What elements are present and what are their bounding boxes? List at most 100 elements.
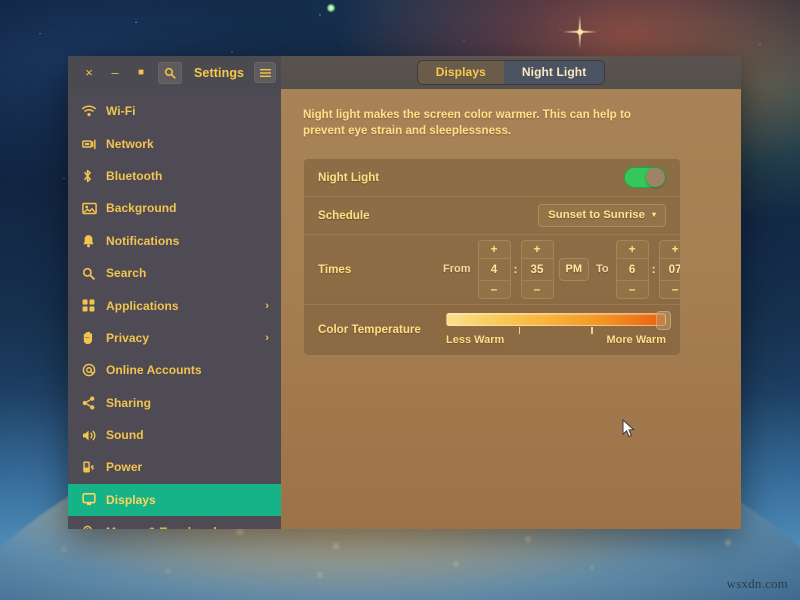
close-icon[interactable]: × bbox=[76, 62, 102, 84]
sidebar-item-wi-fi[interactable]: Wi-Fi bbox=[68, 95, 281, 127]
more-warm-label: More Warm bbox=[606, 333, 667, 346]
less-warm-label: Less Warm bbox=[446, 333, 505, 346]
search-icon bbox=[82, 267, 101, 280]
to-minute-stepper[interactable]: + 07 – bbox=[658, 239, 680, 299]
from-minute-decrement-button[interactable]: – bbox=[520, 280, 554, 299]
tab-night-light[interactable]: Night Light bbox=[503, 61, 605, 84]
night-light-description: Night light makes the screen color warme… bbox=[303, 108, 631, 138]
from-minute-stepper[interactable]: + 35 – bbox=[520, 239, 554, 299]
night-light-label: Night Light bbox=[318, 170, 380, 184]
sidebar-item-label: Power bbox=[106, 460, 143, 475]
to-hour-value[interactable]: 6 bbox=[615, 257, 649, 281]
from-meridiem-button[interactable]: PM bbox=[558, 257, 589, 281]
hamburger-menu-icon[interactable] bbox=[254, 62, 277, 83]
sidebar-item-mouse-and-touchpad[interactable]: Mouse & Touchpad bbox=[68, 516, 281, 529]
from-label: From bbox=[443, 263, 471, 276]
night-light-toggle[interactable] bbox=[624, 166, 666, 188]
speaker-icon bbox=[82, 429, 101, 442]
to-hour-decrement-button[interactable]: – bbox=[615, 280, 649, 299]
schedule-dropdown-value: Sunset to Sunrise bbox=[548, 208, 645, 221]
color-temperature-slider-area: Less Warm More Warm bbox=[436, 310, 671, 346]
sidebar[interactable]: Wi-Fi Network Bluetooth Background Notif… bbox=[68, 89, 281, 529]
chevron-down-icon: ▾ bbox=[651, 210, 656, 220]
schedule-label: Schedule bbox=[318, 208, 370, 222]
night-light-row: Night Light bbox=[304, 159, 680, 197]
to-minute-increment-button[interactable]: + bbox=[658, 239, 680, 258]
color-temperature-row: Color Temperature Less Warm More Warm bbox=[304, 305, 680, 355]
window-title: Settings bbox=[194, 65, 245, 80]
to-hour-stepper[interactable]: + 6 – bbox=[615, 239, 649, 299]
sidebar-item-notifications[interactable]: Notifications bbox=[68, 225, 281, 257]
color-temperature-ticks bbox=[446, 326, 666, 335]
monitor-icon bbox=[82, 493, 101, 506]
sidebar-item-label: Background bbox=[106, 201, 177, 216]
sidebar-item-sound[interactable]: Sound bbox=[68, 419, 281, 451]
image-icon bbox=[82, 202, 101, 215]
hand-icon bbox=[82, 331, 101, 345]
to-hour-increment-button[interactable]: + bbox=[615, 239, 649, 258]
titlebar-left-section: × – ■ Settings bbox=[68, 56, 281, 89]
slider-tick bbox=[591, 326, 593, 334]
slider-tick bbox=[518, 326, 521, 334]
schedule-row-control: Sunset to Sunrise ▾ bbox=[436, 203, 666, 227]
from-hour-decrement-button[interactable]: – bbox=[477, 280, 511, 299]
to-minute-value[interactable]: 07 bbox=[658, 257, 680, 281]
from-hour-value[interactable]: 4 bbox=[477, 257, 511, 281]
toggle-knob bbox=[646, 167, 665, 187]
minimize-icon[interactable]: – bbox=[102, 62, 128, 84]
maximize-icon[interactable]: ■ bbox=[128, 62, 154, 84]
color-temperature-row-control: Less Warm More Warm bbox=[436, 310, 671, 346]
share-icon bbox=[82, 396, 101, 410]
color-temperature-label: Color Temperature bbox=[318, 322, 421, 336]
from-minute-value[interactable]: 35 bbox=[520, 257, 554, 281]
times-label: Times bbox=[318, 262, 352, 276]
sidebar-item-search[interactable]: Search bbox=[68, 257, 281, 289]
sidebar-item-label: Sharing bbox=[106, 395, 152, 410]
sidebar-item-online-accounts[interactable]: Online Accounts bbox=[68, 354, 281, 386]
bluetooth-icon bbox=[82, 169, 101, 183]
to-label: To bbox=[596, 263, 609, 276]
night-light-content: Night light makes the screen color warme… bbox=[281, 89, 741, 529]
sidebar-item-power[interactable]: Power bbox=[68, 451, 281, 483]
sidebar-item-label: Online Accounts bbox=[106, 363, 202, 378]
to-minute-decrement-button[interactable]: – bbox=[658, 280, 680, 299]
sidebar-item-sharing[interactable]: Sharing bbox=[68, 387, 281, 419]
tab-displays[interactable]: Displays bbox=[417, 61, 504, 84]
from-hour-increment-button[interactable]: + bbox=[477, 239, 511, 258]
from-minute-increment-button[interactable]: + bbox=[520, 239, 554, 258]
sidebar-item-displays[interactable]: Displays bbox=[68, 483, 281, 517]
search-icon[interactable] bbox=[158, 61, 182, 84]
night-light-settings-panel: Night Light Schedule Sunset to Sunrise ▾ bbox=[303, 157, 681, 356]
mouse-icon bbox=[82, 525, 101, 529]
sidebar-item-label: Applications bbox=[106, 298, 179, 313]
chevron-right-icon: › bbox=[265, 299, 269, 312]
sidebar-item-network[interactable]: Network bbox=[68, 127, 281, 159]
color-temperature-slider[interactable] bbox=[446, 310, 671, 330]
sidebar-item-background[interactable]: Background bbox=[68, 192, 281, 224]
sidebar-item-applications[interactable]: Applications › bbox=[68, 289, 281, 321]
watermark: wsxdn.com bbox=[726, 576, 788, 591]
view-tabs: Displays Night Light bbox=[417, 61, 605, 84]
settings-window: × – ■ Settings Displays Night Light Wi-F… bbox=[68, 56, 741, 529]
sidebar-item-label: Notifications bbox=[106, 233, 180, 248]
window-body: Wi-Fi Network Bluetooth Background Notif… bbox=[68, 89, 741, 529]
titlebar-right-section: Displays Night Light bbox=[281, 56, 741, 89]
sidebar-item-label: Bluetooth bbox=[106, 168, 163, 183]
from-time-colon: : bbox=[513, 261, 518, 276]
window-titlebar: × – ■ Settings Displays Night Light bbox=[68, 56, 741, 89]
schedule-dropdown[interactable]: Sunset to Sunrise ▾ bbox=[538, 203, 666, 227]
chevron-right-icon: › bbox=[265, 331, 269, 344]
sidebar-item-label: Displays bbox=[106, 492, 156, 507]
from-hour-stepper[interactable]: + 4 – bbox=[477, 239, 511, 299]
bright-star-core-icon bbox=[576, 28, 584, 36]
apps-grid-icon bbox=[82, 299, 101, 312]
sidebar-item-privacy[interactable]: Privacy › bbox=[68, 322, 281, 354]
color-temperature-scale-labels: Less Warm More Warm bbox=[446, 334, 666, 346]
times-row: Times From + 4 – : + 35 – PM To + 6 –: … bbox=[304, 235, 680, 305]
at-sign-icon bbox=[82, 363, 101, 377]
sidebar-item-label: Mouse & Touchpad bbox=[106, 525, 269, 529]
schedule-row: Schedule Sunset to Sunrise ▾ bbox=[304, 197, 680, 235]
times-row-control: From + 4 – : + 35 – PM To + 6 –: + 07 – bbox=[436, 239, 680, 299]
sidebar-item-bluetooth[interactable]: Bluetooth bbox=[68, 160, 281, 192]
power-plug-icon bbox=[82, 460, 101, 474]
